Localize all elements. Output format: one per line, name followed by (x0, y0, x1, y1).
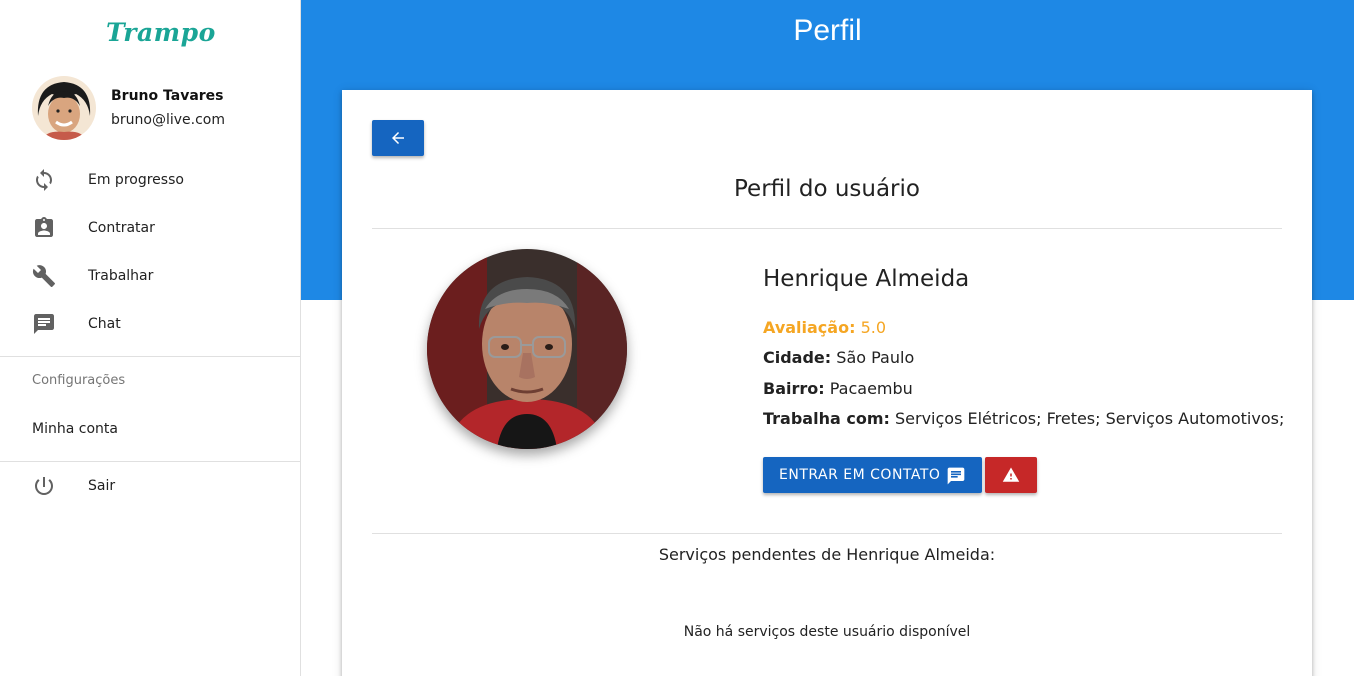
works-line: Trabalha com: Serviços Elétricos; Fretes… (763, 409, 1284, 428)
user-card: Bruno Tavares bruno@live.com (32, 76, 292, 140)
power-icon (35, 477, 53, 495)
warning-icon (1002, 467, 1020, 482)
profile-name: Henrique Almeida (763, 266, 970, 292)
pending-services-title: Serviços pendentes de Henrique Almeida: (658, 545, 996, 564)
user-email: bruno@live.com (111, 112, 225, 128)
divider (372, 533, 1282, 534)
city-value: São Paulo (836, 348, 915, 367)
sidebar-item-label: Em progresso (88, 172, 184, 188)
works-value: Serviços Elétricos; Fretes; Serviços Aut… (894, 409, 1285, 428)
contact-button-label: ENTRAR EM CONTATO (779, 467, 941, 483)
sidebar-item-contratar[interactable]: Contratar (0, 204, 300, 252)
assignment-ind-icon (35, 217, 53, 237)
sidebar-item-trabalhar[interactable]: Trabalhar (0, 252, 300, 300)
sidebar-item-label: Chat (88, 316, 121, 332)
empty-services-message: Não há serviços deste usuário disponível (683, 624, 971, 640)
district-value: Pacaembu (829, 379, 913, 398)
chat-icon (34, 314, 54, 334)
sidebar-item-label: Trabalhar (88, 268, 154, 284)
report-button[interactable] (985, 457, 1037, 493)
works-label: Trabalha com: (763, 409, 890, 428)
sidebar-item-sair[interactable]: Sair (0, 462, 300, 510)
sync-icon (36, 169, 52, 191)
back-button[interactable] (372, 120, 424, 156)
sidebar-item-minha-conta[interactable]: Minha conta (0, 405, 300, 453)
message-icon (947, 467, 965, 485)
divider (372, 228, 1282, 229)
sidebar-item-label: Sair (88, 478, 116, 494)
profile-card: Perfil do usuário Henrique Almeida Avali… (342, 90, 1312, 676)
district-label: Bairro: (763, 379, 825, 398)
sidebar-item-label: Minha conta (32, 421, 118, 437)
sidebar-item-chat[interactable]: Chat (0, 300, 300, 348)
sidebar: Trampo Bruno Tavares bruno@live.com Em p… (0, 0, 301, 676)
app-logo[interactable]: Trampo (106, 18, 216, 47)
user-name: Bruno Tavares (111, 88, 224, 104)
profile-photo (427, 249, 627, 449)
wrench-icon (32, 265, 55, 287)
settings-subheader: Configurações (32, 373, 126, 388)
sidebar-item-label: Contratar (88, 220, 155, 236)
city-label: Cidade: (763, 348, 832, 367)
contact-button[interactable]: ENTRAR EM CONTATO (763, 457, 982, 493)
rating-label: Avaliação: (763, 318, 856, 337)
rating-value: 5.0 (860, 318, 887, 337)
page-title: Perfil (793, 14, 862, 47)
user-avatar (32, 76, 96, 140)
sidebar-item-em-progresso[interactable]: Em progresso (0, 156, 300, 204)
city-line: Cidade: São Paulo (763, 348, 914, 367)
profile-section-title: Perfil do usuário (734, 176, 920, 202)
sidebar-divider (0, 356, 300, 357)
arrow-back-icon (392, 132, 404, 144)
district-line: Bairro: Pacaembu (763, 379, 913, 398)
rating-line: Avaliação: 5.0 (763, 318, 886, 337)
